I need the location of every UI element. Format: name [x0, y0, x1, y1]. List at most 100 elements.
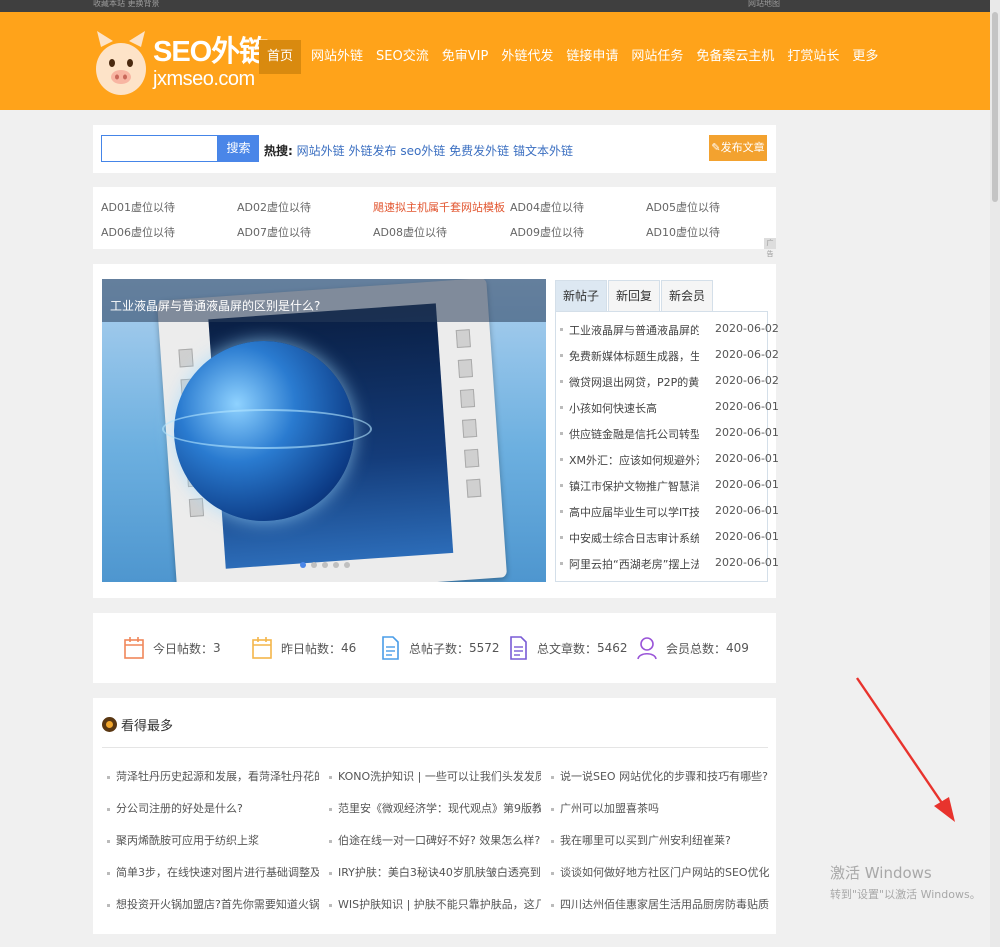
list-item[interactable]: 中安威士综合日志审计系统 2020-06-01 — [556, 524, 779, 550]
list-item[interactable]: 小孩如何快速长高 2020-06-01 — [556, 394, 779, 420]
logo-domain[interactable]: jxmseo.com — [153, 68, 255, 91]
post-title[interactable]: 免费新媒体标题生成器，生成爆... — [569, 348, 699, 364]
list-item[interactable]: 微贷网退出网贷，P2P的黄金时... 2020-06-02 — [556, 368, 779, 394]
article-link[interactable]: 分公司注册的好处是什么? — [116, 802, 243, 815]
slider-dot[interactable] — [311, 562, 317, 568]
article-link[interactable]: 聚丙烯酰胺可应用于纺织上浆 — [116, 834, 259, 847]
stat-value: 409 — [726, 641, 749, 655]
globe-ring — [162, 409, 372, 449]
hot-search-link[interactable]: 外链发布 — [348, 144, 396, 158]
article-link[interactable]: 想投资开火锅加盟店?首先你需要知道火锅有几种经... — [116, 898, 319, 911]
article-link[interactable]: 四川达州佰佳惠家居生活用品厨房防毒贴质量好吗 — [560, 898, 769, 911]
post-title[interactable]: 中安威士综合日志审计系统 — [569, 530, 699, 546]
article-link[interactable]: WIS护肤知识 | 护肤不能只靠护肤品，这几个坏习惯... — [338, 898, 541, 911]
list-item[interactable]: 谈谈如何做好地方社区门户网站的SEO优化排名? — [551, 864, 769, 880]
post-article-button[interactable]: ✎发布文章 — [709, 135, 767, 161]
list-item[interactable]: 简单3步，在线快速对图片进行基础调整及特效添加 — [107, 864, 319, 880]
windows-activation-watermark: 激活 Windows 转到"设置"以激活 Windows。 — [830, 862, 981, 902]
monitor-key — [461, 418, 478, 438]
ad-slot[interactable]: AD09虚位以待 — [510, 224, 584, 240]
post-title[interactable]: 镇江市保护文物推广智慧消防 — [569, 478, 699, 494]
list-item[interactable]: 高中应届毕业生可以学IT技术吗? 2020-06-01 — [556, 498, 779, 524]
ad-slot[interactable]: AD05虚位以待 — [646, 199, 720, 215]
post-title[interactable]: 工业液晶屏与普通液晶屏的区别... — [569, 322, 699, 338]
list-item[interactable]: 聚丙烯酰胺可应用于纺织上浆 — [107, 832, 319, 848]
ad-slot[interactable]: AD04虚位以待 — [510, 199, 584, 215]
list-item[interactable]: 供应链金融是信托公司转型展开... 2020-06-01 — [556, 420, 779, 446]
list-item[interactable]: 伯途在线一对一口碑好不好? 效果怎么样? — [329, 832, 541, 848]
pig-logo-icon[interactable] — [95, 25, 147, 97]
scrollbar-thumb[interactable] — [992, 12, 998, 202]
ad-slot[interactable]: AD06虚位以待 — [101, 224, 175, 240]
list-item[interactable]: 阿里云拍“西湖老房”摆上法拍... 2020-06-01 — [556, 550, 779, 576]
article-link[interactable]: 简单3步，在线快速对图片进行基础调整及特效添加 — [116, 866, 319, 879]
list-item[interactable]: 范里安《微观经济学：现代观点》第9版教材+笔记+... — [329, 800, 541, 816]
article-link[interactable]: 范里安《微观经济学：现代观点》第9版教材+笔记+... — [338, 802, 541, 815]
slider-dot[interactable] — [333, 562, 339, 568]
ad-slot[interactable]: AD08虚位以待 — [373, 224, 447, 240]
top-bar-left-links[interactable]: 收藏本站 更换背景 — [93, 0, 160, 8]
list-item[interactable]: XM外汇：应该如何规避外汇黑平... 2020-06-01 — [556, 446, 779, 472]
tab-new-members[interactable]: 新会员 — [661, 280, 713, 311]
list-item[interactable]: KONO洗护知识 | 一些可以让我们头发发质变好的小... — [329, 768, 541, 784]
ad-slot[interactable]: AD07虚位以待 — [237, 224, 311, 240]
nav-item-link-posting[interactable]: 外链代发 — [495, 40, 559, 74]
hot-search-link[interactable]: 网站外链 — [297, 144, 345, 158]
list-item[interactable]: 四川达州佰佳惠家居生活用品厨房防毒贴质量好吗 — [551, 896, 769, 912]
article-link[interactable]: 菏泽牡丹历史起源和发展，看菏泽牡丹花的前世今生 — [116, 770, 319, 783]
most-viewed-header: 看得最多 — [102, 715, 173, 734]
article-link[interactable]: 伯途在线一对一口碑好不好? 效果怎么样? — [338, 834, 540, 847]
post-title[interactable]: XM外汇：应该如何规避外汇黑平... — [569, 452, 699, 468]
ad-slot[interactable]: AD02虚位以待 — [237, 199, 311, 215]
search-input[interactable] — [101, 135, 218, 162]
slide-title[interactable]: 工业液晶屏与普通液晶屏的区别是什么? — [110, 297, 320, 314]
slider-dot[interactable] — [322, 562, 328, 568]
article-link[interactable]: KONO洗护知识 | 一些可以让我们头发发质变好的小... — [338, 770, 541, 783]
list-item[interactable]: 工业液晶屏与普通液晶屏的区别... 2020-06-02 — [556, 316, 779, 342]
slider-dot[interactable] — [300, 562, 306, 568]
sitemap-link[interactable]: 网站地图 — [748, 0, 780, 8]
ad-slot-featured[interactable]: 飓速拟主机属千套网站模板 — [373, 199, 505, 215]
article-link[interactable]: 谈谈如何做好地方社区门户网站的SEO优化排名? — [560, 866, 769, 879]
nav-item-vip[interactable]: 免审VIP — [436, 40, 495, 74]
article-link[interactable]: 广州可以加盟喜茶吗 — [560, 802, 659, 815]
post-title[interactable]: 供应链金融是信托公司转型展开... — [569, 426, 699, 442]
article-link[interactable]: IRY护肤：美白3秘诀40岁肌肤皱白透亮到不行 — [338, 866, 541, 879]
tab-new-posts[interactable]: 新帖子 — [555, 280, 607, 311]
nav-item-site-links[interactable]: 网站外链 — [305, 40, 369, 74]
post-title[interactable]: 阿里云拍“西湖老房”摆上法拍... — [569, 556, 699, 572]
post-title[interactable]: 小孩如何快速长高 — [569, 400, 699, 416]
list-item[interactable]: IRY护肤：美白3秘诀40岁肌肤皱白透亮到不行 — [329, 864, 541, 880]
tab-new-replies[interactable]: 新回复 — [608, 280, 660, 311]
nav-item-cloud-host[interactable]: 免备案云主机 — [690, 40, 780, 74]
hot-search-link[interactable]: seo外链 — [400, 144, 445, 158]
list-item[interactable]: 镇江市保护文物推广智慧消防 2020-06-01 — [556, 472, 779, 498]
list-item[interactable]: 想投资开火锅加盟店?首先你需要知道火锅有几种经... — [107, 896, 319, 912]
list-item[interactable]: 说一说SEO 网站优化的步骤和技巧有哪些? — [551, 768, 769, 784]
ad-slot[interactable]: AD01虚位以待 — [101, 199, 175, 215]
hot-search-link[interactable]: 锚文本外链 — [513, 144, 573, 158]
ad-slot[interactable]: AD10虚位以待 — [646, 224, 720, 240]
list-item[interactable]: 我在哪里可以买到广州安利纽崔莱? — [551, 832, 769, 848]
nav-item-tasks[interactable]: 网站任务 — [625, 40, 689, 74]
search-button[interactable]: 搜索 — [218, 135, 259, 162]
list-item[interactable]: 免费新媒体标题生成器，生成爆... 2020-06-02 — [556, 342, 779, 368]
nav-item-more[interactable]: 更多 — [846, 40, 884, 74]
post-title[interactable]: 微贷网退出网贷，P2P的黄金时... — [569, 374, 699, 390]
list-item[interactable]: 菏泽牡丹历史起源和发展，看菏泽牡丹花的前世今生 — [107, 768, 319, 784]
nav-item-link-apply[interactable]: 链接申请 — [560, 40, 624, 74]
article-link[interactable]: 说一说SEO 网站优化的步骤和技巧有哪些? — [560, 770, 768, 783]
post-title[interactable]: 高中应届毕业生可以学IT技术吗? — [569, 504, 699, 520]
list-item[interactable]: WIS护肤知识 | 护肤不能只靠护肤品，这几个坏习惯... — [329, 896, 541, 912]
nav-item-seo-exchange[interactable]: SEO交流 — [370, 40, 435, 74]
list-item[interactable]: 广州可以加盟喜茶吗 — [551, 800, 769, 816]
article-link[interactable]: 我在哪里可以买到广州安利纽崔莱? — [560, 834, 731, 847]
page-scrollbar[interactable] — [990, 0, 1000, 947]
logo-title[interactable]: SEO外链 — [153, 28, 268, 70]
list-item[interactable]: 分公司注册的好处是什么? — [107, 800, 319, 816]
image-slider[interactable]: 工业液晶屏与普通液晶屏的区别是什么? — [102, 279, 546, 582]
nav-item-home[interactable]: 首页 — [259, 40, 302, 74]
slider-dot[interactable] — [344, 562, 350, 568]
hot-search-link[interactable]: 免费发外链 — [449, 144, 509, 158]
nav-item-donate[interactable]: 打赏站长 — [781, 40, 845, 74]
